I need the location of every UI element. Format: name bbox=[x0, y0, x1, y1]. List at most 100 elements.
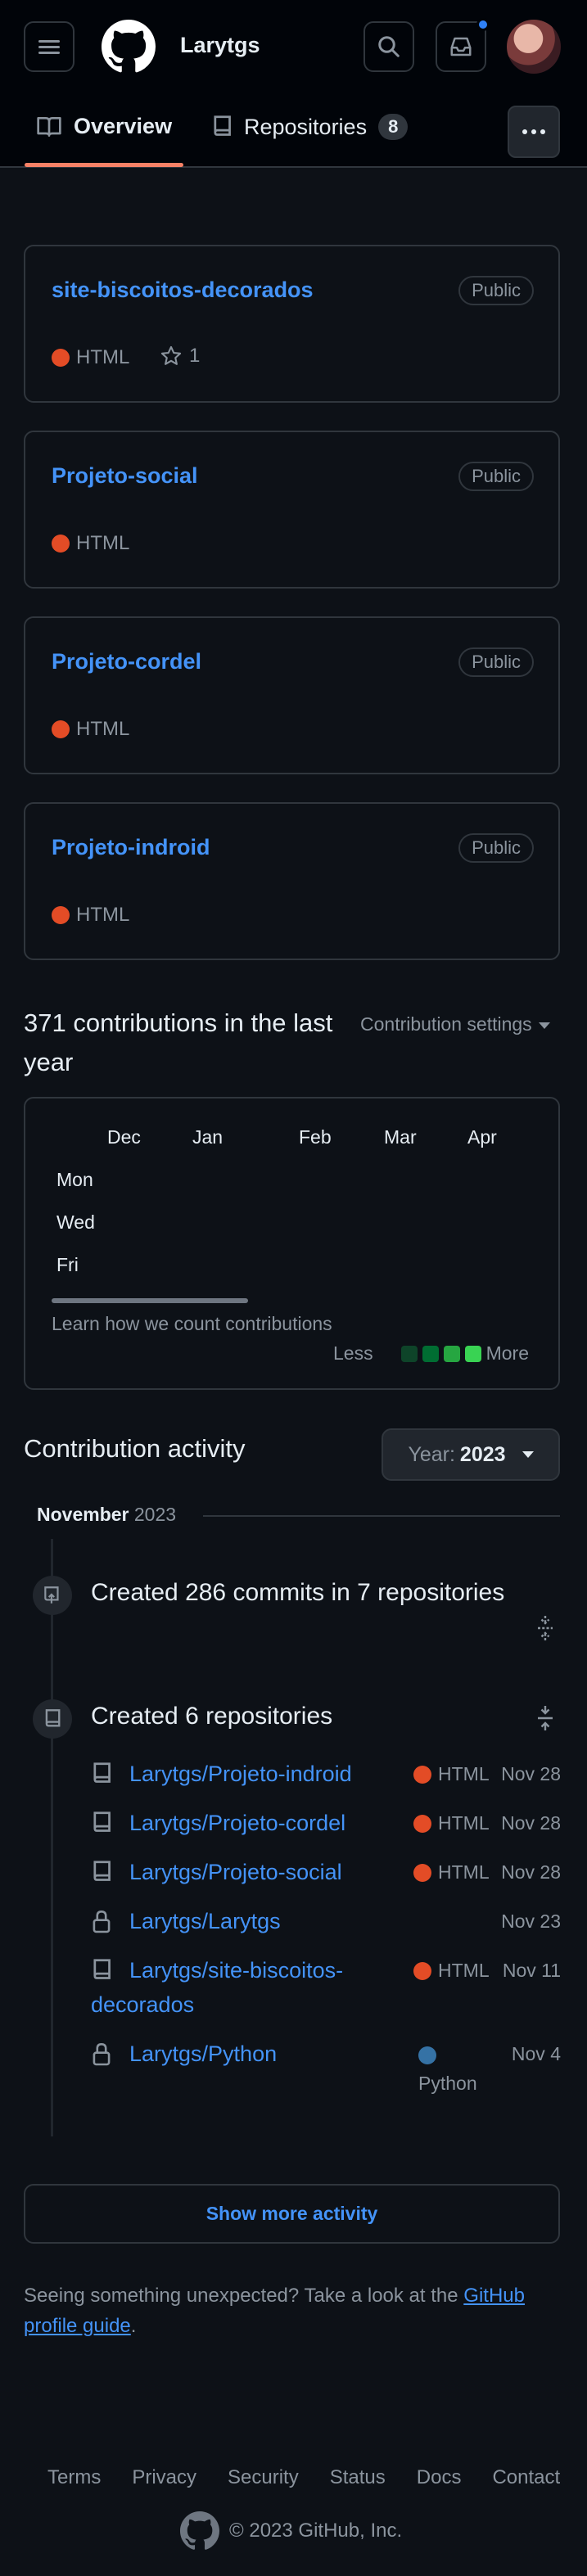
fold-icon[interactable] bbox=[535, 1706, 555, 1730]
repo-language: HTML bbox=[413, 1763, 490, 1785]
pinned-repo-card: Projeto-indroid Public HTML bbox=[24, 802, 560, 960]
language-label: HTML bbox=[438, 1812, 490, 1834]
tab-overview-label: Overview bbox=[74, 114, 173, 138]
language-label: HTML bbox=[76, 904, 130, 926]
footer-copyright: © 2023 GitHub, Inc. bbox=[180, 2511, 402, 2551]
commits-event-title[interactable]: Created 286 commits in 7 repositories bbox=[91, 1579, 504, 1607]
repositories-count: 8 bbox=[378, 114, 409, 140]
search-button[interactable] bbox=[363, 21, 414, 72]
hamburger-icon bbox=[38, 37, 60, 57]
notification-indicator bbox=[476, 18, 490, 31]
repo-icon bbox=[93, 1811, 111, 1832]
divider bbox=[203, 1515, 560, 1517]
language-color-dot bbox=[52, 906, 70, 924]
more-tabs-button[interactable] bbox=[508, 106, 560, 158]
repo-language: HTML bbox=[52, 532, 129, 555]
lock-icon bbox=[93, 2042, 111, 2066]
pinned-repo-card: site-biscoitos-decorados Public HTML 1 bbox=[24, 245, 560, 403]
repo-link[interactable]: Larytgs/Larytgs bbox=[129, 1904, 281, 1938]
day-label: Wed bbox=[56, 1211, 95, 1233]
menu-button[interactable] bbox=[24, 21, 75, 72]
repo-date: Nov 28 bbox=[501, 1763, 561, 1784]
repo-date: Nov 28 bbox=[501, 1812, 561, 1834]
pinned-repo-name[interactable]: Projeto-cordel bbox=[52, 649, 201, 674]
legend-level-4 bbox=[464, 1345, 481, 1362]
show-more-activity-button[interactable]: Show more activity bbox=[24, 2184, 560, 2244]
language-label: HTML bbox=[438, 1763, 490, 1784]
caret-down-icon bbox=[538, 1022, 550, 1029]
pinned-repo-name[interactable]: Projeto-indroid bbox=[52, 835, 210, 860]
graph-scrollbar[interactable] bbox=[52, 1298, 248, 1303]
language-color-dot bbox=[413, 1863, 431, 1882]
fold-icon[interactable] bbox=[535, 1616, 555, 1640]
contribution-legend: Less More bbox=[333, 1342, 529, 1365]
repo-language: HTML bbox=[413, 1861, 490, 1884]
contribution-graph: Dec Jan Feb Mar Apr Mon Wed Fri Learn ho… bbox=[24, 1097, 560, 1390]
commits-event-icon bbox=[33, 1576, 72, 1615]
repo-language: HTML bbox=[52, 346, 129, 369]
pinned-repo-name[interactable]: site-biscoitos-decorados bbox=[52, 277, 314, 303]
pinned-repo-card: Projeto-cordel Public HTML bbox=[24, 616, 560, 774]
repo-icon bbox=[214, 115, 231, 136]
year-select-button[interactable]: Year: 2023 bbox=[382, 1428, 560, 1481]
star-icon bbox=[160, 345, 182, 365]
learn-contributions-link[interactable]: Learn how we count contributions bbox=[52, 1313, 332, 1335]
month-label: Jan bbox=[192, 1126, 224, 1148]
repo-link[interactable]: Larytgs/Python bbox=[129, 2037, 277, 2071]
language-color-dot bbox=[413, 1765, 431, 1784]
repo-language: HTML bbox=[52, 904, 129, 927]
stars-link[interactable]: 1 bbox=[160, 345, 200, 368]
footer-link-status[interactable]: Status bbox=[330, 2466, 386, 2489]
footer-link-docs[interactable]: Docs bbox=[417, 2466, 462, 2489]
contribution-settings-label: Contribution settings bbox=[360, 1013, 532, 1035]
footer-link-security[interactable]: Security bbox=[228, 2466, 299, 2489]
repo-push-icon bbox=[44, 1586, 59, 1604]
repo-link[interactable]: Larytgs/Projeto-social bbox=[129, 1855, 342, 1889]
profile-guide-notice: Seeing something unexpected? Take a look… bbox=[24, 2281, 548, 2341]
repo-language: HTML bbox=[413, 1960, 490, 1982]
tab-overview[interactable]: Overview bbox=[36, 114, 172, 139]
pinned-repo-name[interactable]: Projeto-social bbox=[52, 463, 198, 489]
language-color-dot bbox=[52, 720, 70, 738]
footer-link-terms[interactable]: Terms bbox=[47, 2466, 101, 2489]
language-color-dot bbox=[52, 535, 70, 553]
kebab-icon bbox=[522, 129, 545, 134]
month-label: Apr bbox=[467, 1126, 497, 1148]
notice-period: . bbox=[130, 2315, 137, 2337]
active-tab-indicator bbox=[25, 163, 183, 167]
avatar[interactable] bbox=[507, 20, 561, 74]
footer-link-contact[interactable]: Contact bbox=[492, 2466, 560, 2489]
stars-count: 1 bbox=[189, 345, 201, 367]
year-label: Year: bbox=[408, 1442, 455, 1466]
repo-date: Nov 28 bbox=[501, 1861, 561, 1883]
lock-icon bbox=[93, 1910, 111, 1933]
github-logo-icon[interactable] bbox=[102, 20, 156, 74]
profile-tabs: Overview Repositories 8 bbox=[0, 94, 587, 168]
inbox-button[interactable] bbox=[436, 18, 490, 72]
caret-down-icon bbox=[522, 1451, 534, 1458]
language-label: HTML bbox=[76, 718, 130, 740]
github-logo-icon[interactable] bbox=[180, 2511, 219, 2551]
pinned-repo-card: Projeto-social Public HTML bbox=[24, 431, 560, 589]
notice-text: Seeing something unexpected? Take a look… bbox=[24, 2285, 458, 2307]
book-icon bbox=[37, 116, 61, 137]
contribution-settings-button[interactable]: Contribution settings bbox=[360, 1013, 550, 1035]
repo-icon bbox=[93, 1861, 111, 1881]
activity-month: November bbox=[37, 1504, 129, 1525]
repo-date: Nov 4 bbox=[511, 2043, 561, 2064]
repo-date: Nov 11 bbox=[502, 1960, 561, 1981]
visibility-badge: Public bbox=[458, 833, 534, 863]
legend-less: Less bbox=[333, 1342, 373, 1364]
language-label: HTML bbox=[438, 1960, 490, 1981]
header-username[interactable]: Larytgs bbox=[180, 33, 260, 58]
repo-link[interactable]: Larytgs/Projeto-indroid bbox=[129, 1757, 352, 1791]
tab-repositories[interactable]: Repositories 8 bbox=[211, 114, 409, 140]
repo-link[interactable]: Larytgs/Projeto-cordel bbox=[129, 1806, 345, 1840]
visibility-badge: Public bbox=[458, 462, 534, 491]
language-label: HTML bbox=[76, 532, 130, 554]
month-label: Feb bbox=[299, 1126, 332, 1148]
footer-link-privacy[interactable]: Privacy bbox=[132, 2466, 196, 2489]
repo-link[interactable]: Larytgs/site-biscoitos-decorados bbox=[91, 1953, 353, 2022]
inbox-icon bbox=[450, 37, 472, 56]
language-label: HTML bbox=[76, 346, 130, 368]
